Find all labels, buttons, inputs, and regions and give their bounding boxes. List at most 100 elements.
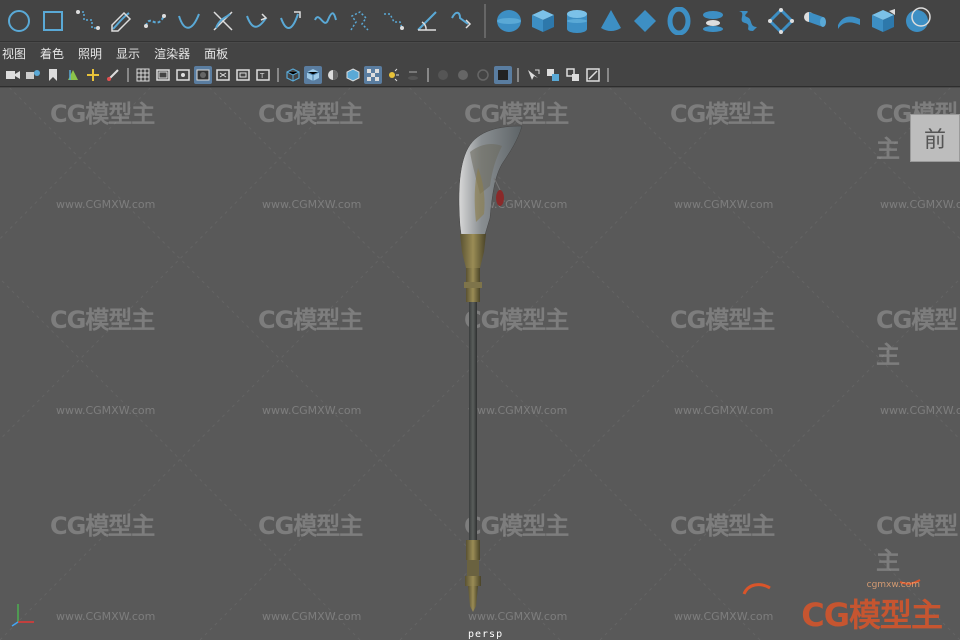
watermark-url: www.CGMXW.com xyxy=(262,404,362,417)
watermark-url: www.CGMXW.com xyxy=(880,198,960,211)
screen-space-ao-icon[interactable] xyxy=(434,66,452,84)
xray-joints-icon[interactable] xyxy=(584,66,602,84)
textured-icon[interactable] xyxy=(364,65,382,84)
revolve-icon[interactable] xyxy=(696,4,730,38)
cylinder-icon[interactable] xyxy=(560,4,594,38)
axis-indicator xyxy=(11,604,34,627)
brand-logo-text: CG模型主 xyxy=(801,596,943,634)
default-material-icon[interactable] xyxy=(324,66,342,84)
panel-menu-bar: 视图 着色 照明 显示 渲染器 面板 xyxy=(0,43,960,63)
brand-logo: cgmxw.com CG模型主 xyxy=(740,578,950,634)
watermark-url: www.CGMXW.com xyxy=(880,404,960,417)
cut-curve-icon[interactable] xyxy=(410,4,444,38)
three-point-arc-icon[interactable] xyxy=(274,4,308,38)
smooth-shade-icon[interactable] xyxy=(304,65,322,84)
watermark-logo: CG模型主 xyxy=(258,512,363,540)
camera-name-label: persp xyxy=(468,629,504,640)
perspective-viewport[interactable]: CG模型主 CG模型主 CG模型主 CG模型主 CG模型主 www.CGMXW.… xyxy=(0,88,960,640)
guandao-model[interactable] xyxy=(440,118,540,618)
pencil-curve-icon[interactable] xyxy=(104,4,138,38)
shelf-separator xyxy=(484,3,486,38)
view-cube[interactable]: 前 xyxy=(910,114,960,162)
xray-icon[interactable] xyxy=(544,66,562,84)
watermark-logo: CG模型主 xyxy=(876,306,958,369)
cv-curve-icon[interactable] xyxy=(70,4,104,38)
offset-curve-icon[interactable] xyxy=(308,4,342,38)
motion-blur-icon[interactable] xyxy=(454,66,472,84)
toolbar-separator xyxy=(427,67,429,82)
shadows-icon[interactable] xyxy=(404,66,422,84)
circle-curve-icon[interactable] xyxy=(2,4,36,38)
toolbar-separator xyxy=(277,67,279,82)
planar-icon[interactable] xyxy=(764,4,798,38)
watermark-url: www.CGMXW.com xyxy=(674,198,774,211)
field-chart-icon[interactable] xyxy=(214,66,232,84)
toolbar-separator xyxy=(517,67,519,82)
curve-fillet-icon[interactable] xyxy=(342,4,376,38)
watermark-logo: CG模型主 xyxy=(258,100,363,128)
safe-action-icon[interactable] xyxy=(234,66,252,84)
watermark-url: www.CGMXW.com xyxy=(262,610,362,623)
depth-of-field-icon[interactable] xyxy=(494,65,512,84)
birail-icon[interactable] xyxy=(832,4,866,38)
watermark-logo: CG模型主 xyxy=(50,512,155,540)
2d-pan-zoom-icon[interactable] xyxy=(84,66,102,84)
safe-title-icon[interactable]: T xyxy=(254,66,272,84)
watermark-logo: CG模型主 xyxy=(670,100,775,128)
film-gate-icon[interactable] xyxy=(154,66,172,84)
bookmark-icon[interactable] xyxy=(44,66,62,84)
camera-icon[interactable] xyxy=(4,66,22,84)
wireframe-icon[interactable] xyxy=(284,66,302,84)
resolution-gate-icon[interactable] xyxy=(174,66,192,84)
attach-curve-icon[interactable] xyxy=(444,4,478,38)
extrude-icon[interactable] xyxy=(798,4,832,38)
menu-renderer[interactable]: 渲染器 xyxy=(154,45,190,62)
two-point-arc-icon[interactable] xyxy=(240,4,274,38)
multisample-aa-icon[interactable] xyxy=(474,66,492,84)
menu-panels[interactable]: 面板 xyxy=(204,45,228,62)
rebuild-curve-icon[interactable] xyxy=(376,4,410,38)
menu-view[interactable]: 视图 xyxy=(2,45,26,62)
watermark-logo: CG模型主 xyxy=(876,512,958,575)
sphere-icon[interactable] xyxy=(492,4,526,38)
bevel-icon[interactable] xyxy=(866,4,900,38)
grease-pencil-icon[interactable] xyxy=(104,66,122,84)
toolbar-separator xyxy=(607,67,609,82)
image-plane-icon[interactable] xyxy=(64,66,82,84)
brand-logo-url: cgmxw.com xyxy=(866,580,920,590)
watermark-url: www.CGMXW.com xyxy=(56,610,156,623)
watermark-url: www.CGMXW.com xyxy=(56,198,156,211)
watermark-url: www.CGMXW.com xyxy=(674,404,774,417)
menu-show[interactable]: 显示 xyxy=(116,45,140,62)
grid-icon[interactable] xyxy=(134,66,152,84)
watermark-logo: CG模型主 xyxy=(670,512,775,540)
menu-lighting[interactable]: 照明 xyxy=(78,45,102,62)
toolbar-separator xyxy=(127,67,129,82)
svg-text:T: T xyxy=(259,72,265,80)
watermark-logo: CG模型主 xyxy=(50,306,155,334)
plane-icon[interactable] xyxy=(628,4,662,38)
arc-curve-icon[interactable] xyxy=(206,4,240,38)
cube-icon[interactable] xyxy=(526,4,560,38)
nurbs-sphere-icon[interactable] xyxy=(900,4,934,38)
xray-active-components-icon[interactable] xyxy=(564,66,582,84)
loft-icon[interactable] xyxy=(730,4,764,38)
isolate-select-icon[interactable] xyxy=(524,66,542,84)
square-curve-icon[interactable] xyxy=(36,4,70,38)
watermark-logo: CG模型主 xyxy=(50,100,155,128)
watermark-logo: CG模型主 xyxy=(258,306,363,334)
torus-icon[interactable] xyxy=(662,4,696,38)
panel-toolbar: T xyxy=(0,63,960,87)
watermark-logo: CG模型主 xyxy=(670,306,775,334)
cone-icon[interactable] xyxy=(594,4,628,38)
menu-shading[interactable]: 着色 xyxy=(40,45,64,62)
watermark-url: www.CGMXW.com xyxy=(56,404,156,417)
watermark-url: www.CGMXW.com xyxy=(262,198,362,211)
use-all-lights-icon[interactable] xyxy=(384,66,402,84)
camera-attributes-icon[interactable] xyxy=(24,66,42,84)
ep-curve-icon[interactable] xyxy=(138,4,172,38)
gate-mask-icon[interactable] xyxy=(194,65,212,84)
bezier-curve-icon[interactable] xyxy=(172,4,206,38)
shelf-toolbar xyxy=(0,0,960,42)
wireframe-on-shaded-icon[interactable] xyxy=(344,66,362,84)
